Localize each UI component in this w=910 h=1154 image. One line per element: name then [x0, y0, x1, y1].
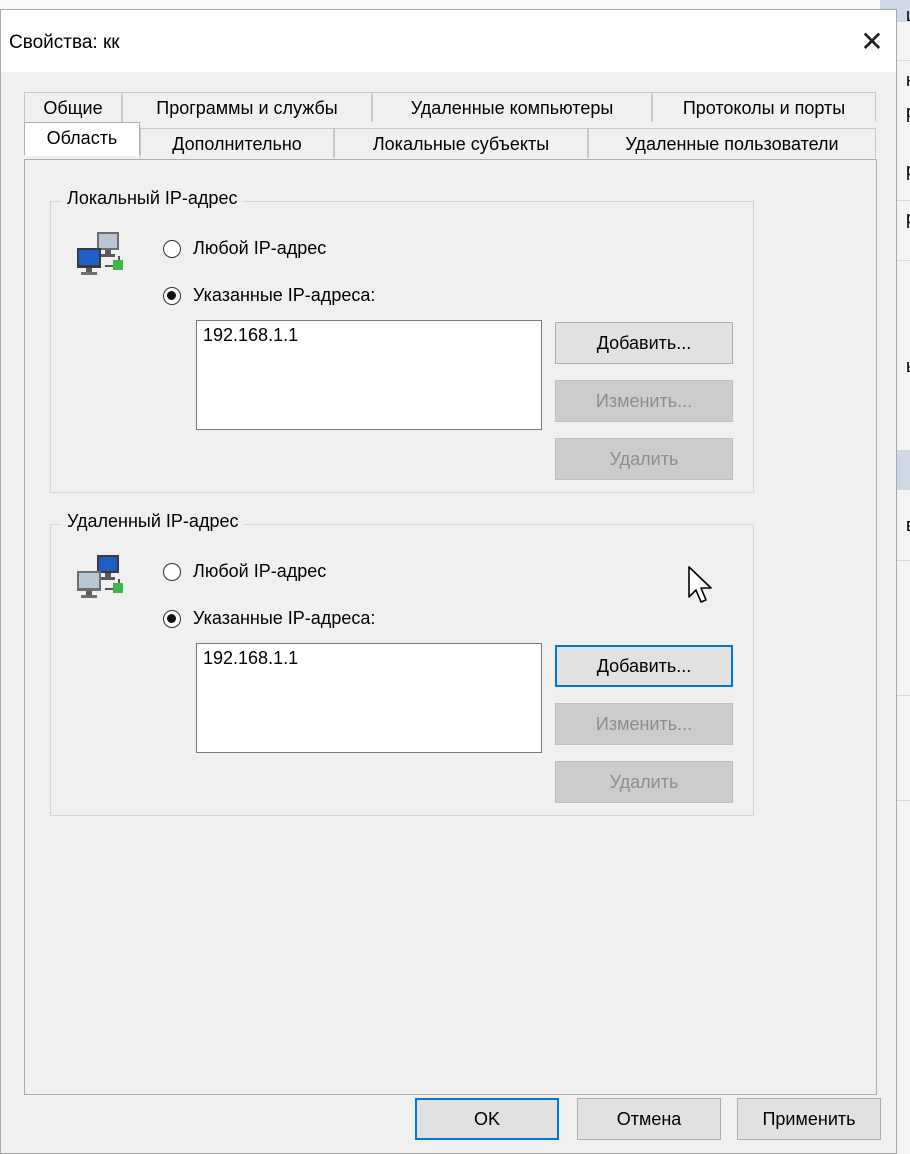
- list-item[interactable]: 192.168.1.1: [203, 325, 535, 346]
- tab-label: Удаленные пользователи: [625, 134, 839, 154]
- background-text: ц: [906, 5, 910, 26]
- remote-add-button[interactable]: Добавить...: [555, 645, 733, 687]
- radio-label: Любой IP-адрес: [193, 238, 327, 258]
- background-text: р: [906, 102, 910, 123]
- tab-advanced[interactable]: Дополнительно: [140, 128, 334, 158]
- background-text: в: [906, 515, 910, 536]
- local-ip-list[interactable]: 192.168.1.1: [196, 320, 542, 430]
- title-bar[interactable]: Свойства: кк ✕: [1, 10, 896, 72]
- tab-general[interactable]: Общие: [24, 92, 122, 122]
- radio-button-checked[interactable]: [163, 286, 181, 305]
- radio-label: Указанные IP-адреса:: [193, 608, 376, 628]
- background-text: р: [906, 208, 910, 229]
- local-ip-group: Локальный IP-адрес Любой IP-адрес Указан…: [50, 188, 754, 493]
- window-title: Свойства: кк: [9, 32, 120, 53]
- close-button[interactable]: ✕: [848, 10, 896, 72]
- button-label: Применить: [762, 1108, 856, 1129]
- network-computers-icon: [77, 555, 123, 598]
- tab-label: Удаленные компьютеры: [410, 98, 614, 118]
- button-label: OK: [473, 1108, 500, 1129]
- button-label: Отмена: [616, 1108, 682, 1129]
- remote-ip-group: Удаленный IP-адрес Любой IP-адрес Указан…: [50, 511, 754, 816]
- tab-label: Программы и службы: [156, 98, 338, 118]
- local-any-ip-radio[interactable]: Любой IP-адрес: [163, 238, 326, 259]
- tab-remote-computers[interactable]: Удаленные компьютеры: [372, 92, 652, 122]
- tab-remote-users[interactable]: Удаленные пользователи: [588, 128, 876, 158]
- button-label: Удалить: [609, 448, 679, 469]
- remote-specified-ip-radio[interactable]: Указанные IP-адреса:: [163, 608, 375, 629]
- ok-button[interactable]: OK: [415, 1098, 559, 1140]
- local-specified-ip-radio[interactable]: Указанные IP-адреса:: [163, 285, 375, 306]
- button-label: Удалить: [609, 771, 679, 792]
- properties-dialog: Свойства: кк ✕ Общие Программы и службы …: [0, 9, 897, 1154]
- tab-programs-services[interactable]: Программы и службы: [122, 92, 372, 122]
- radio-button[interactable]: [163, 239, 181, 258]
- tab-label: Локальные субъекты: [372, 134, 550, 154]
- background-text: р: [906, 160, 910, 181]
- remote-remove-button[interactable]: Удалить: [555, 761, 733, 803]
- scope-tab-panel: Локальный IP-адрес Любой IP-адрес Указан…: [24, 159, 877, 1095]
- button-label: Изменить...: [595, 713, 693, 734]
- tab-label: Область: [46, 128, 118, 148]
- button-label: Добавить...: [596, 332, 692, 353]
- remote-ip-list[interactable]: 192.168.1.1: [196, 643, 542, 753]
- cancel-button[interactable]: Отмена: [577, 1098, 721, 1140]
- local-remove-button[interactable]: Удалить: [555, 438, 733, 480]
- close-icon: ✕: [860, 25, 884, 57]
- radio-label: Любой IP-адрес: [193, 561, 327, 581]
- remote-ip-legend: Удаленный IP-адрес: [61, 511, 245, 532]
- tab-label: Дополнительно: [172, 134, 302, 154]
- radio-button-checked[interactable]: [163, 609, 181, 628]
- local-add-button[interactable]: Добавить...: [555, 322, 733, 364]
- tab-scope[interactable]: Область: [24, 122, 140, 156]
- list-item[interactable]: 192.168.1.1: [203, 648, 535, 669]
- mouse-cursor-icon: [688, 566, 712, 603]
- background-text: ь: [906, 356, 910, 377]
- background-text: ю: [906, 70, 910, 91]
- apply-button[interactable]: Применить: [737, 1098, 881, 1140]
- tab-local-principals[interactable]: Локальные субъекты: [334, 128, 588, 158]
- local-edit-button[interactable]: Изменить...: [555, 380, 733, 422]
- tab-label: Протоколы и порты: [682, 98, 846, 118]
- remote-any-ip-radio[interactable]: Любой IP-адрес: [163, 561, 326, 582]
- radio-label: Указанные IP-адреса:: [193, 285, 376, 305]
- tab-protocols-ports[interactable]: Протоколы и порты: [652, 92, 876, 122]
- local-ip-legend: Локальный IP-адрес: [61, 188, 244, 209]
- tab-label: Общие: [43, 98, 103, 118]
- button-label: Изменить...: [595, 390, 693, 411]
- remote-edit-button[interactable]: Изменить...: [555, 703, 733, 745]
- network-computers-icon: [77, 232, 123, 275]
- button-label: Добавить...: [596, 655, 692, 676]
- radio-button[interactable]: [163, 562, 181, 581]
